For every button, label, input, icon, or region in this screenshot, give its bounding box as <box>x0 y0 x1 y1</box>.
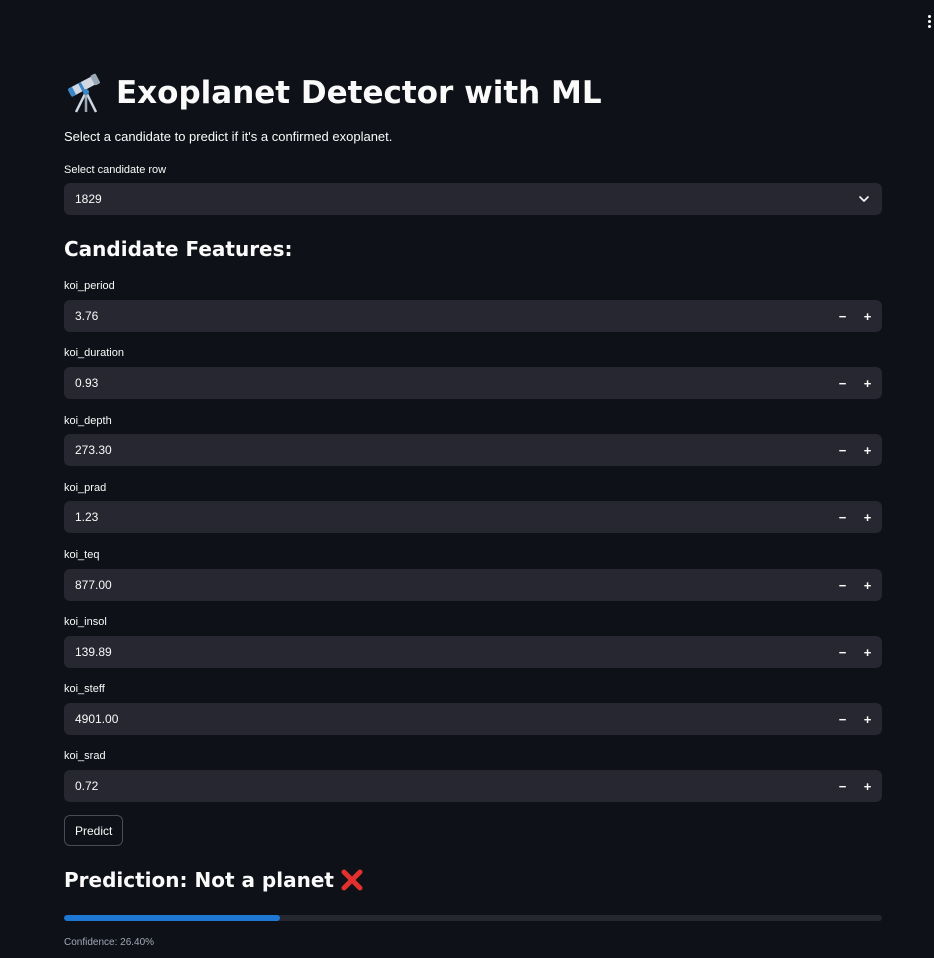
feature-input-koi-prad: 1.23 − + <box>64 501 882 533</box>
page-title-text: Exoplanet Detector with ML <box>116 75 602 111</box>
number-input-field[interactable]: 0.72 <box>75 770 830 802</box>
decrement-button[interactable]: − <box>830 367 855 399</box>
increment-button[interactable]: + <box>855 569 880 601</box>
page-subtitle: Select a candidate to predict if it's a … <box>64 129 393 144</box>
decrement-button[interactable]: − <box>830 770 855 802</box>
number-input-field[interactable]: 139.89 <box>75 636 830 668</box>
confidence-progress-bar <box>64 915 882 921</box>
features-heading: Candidate Features: <box>64 237 293 261</box>
number-input-field[interactable]: 273.30 <box>75 434 830 466</box>
increment-button[interactable]: + <box>855 636 880 668</box>
increment-button[interactable]: + <box>855 300 880 332</box>
increment-button[interactable]: + <box>855 703 880 735</box>
feature-label-koi-period: koi_period <box>64 280 115 292</box>
increment-button[interactable]: + <box>855 434 880 466</box>
decrement-button[interactable]: − <box>830 300 855 332</box>
number-input-field[interactable]: 877.00 <box>75 569 830 601</box>
feature-input-koi-duration: 0.93 − + <box>64 367 882 399</box>
prediction-text: Prediction: Not a planet <box>64 868 334 892</box>
feature-label-koi-duration: koi_duration <box>64 347 124 359</box>
candidate-select[interactable]: 1829 <box>64 183 882 215</box>
decrement-button[interactable]: − <box>830 569 855 601</box>
feature-input-koi-teq: 877.00 − + <box>64 569 882 601</box>
feature-input-koi-insol: 139.89 − + <box>64 636 882 668</box>
feature-input-koi-steff: 4901.00 − + <box>64 703 882 735</box>
telescope-icon <box>67 73 100 113</box>
predict-button[interactable]: Predict <box>64 815 124 846</box>
number-input-field[interactable]: 4901.00 <box>75 703 830 735</box>
app-root: Exoplanet Detector with ML Select a cand… <box>0 0 934 958</box>
confidence-text: Confidence: 26.40% <box>64 937 155 948</box>
candidate-select-label: Select candidate row <box>64 164 167 176</box>
feature-input-koi-period: 3.76 − + <box>64 300 882 332</box>
number-input-field[interactable]: 1.23 <box>75 501 830 533</box>
feature-label-koi-srad: koi_srad <box>64 750 106 762</box>
decrement-button[interactable]: − <box>830 636 855 668</box>
feature-label-koi-depth: koi_depth <box>64 415 112 427</box>
feature-label-koi-insol: koi_insol <box>64 616 107 628</box>
number-input-field[interactable]: 0.93 <box>75 367 830 399</box>
decrement-button[interactable]: − <box>830 434 855 466</box>
confidence-progress-fill <box>64 915 280 921</box>
feature-label-koi-teq: koi_teq <box>64 549 100 561</box>
increment-button[interactable]: + <box>855 367 880 399</box>
feature-input-koi-srad: 0.72 − + <box>64 770 882 802</box>
feature-label-koi-steff: koi_steff <box>64 683 105 695</box>
candidate-select-value: 1829 <box>75 192 102 206</box>
feature-label-koi-prad: koi_prad <box>64 482 107 494</box>
more-vertical-icon[interactable] <box>924 12 934 30</box>
feature-input-koi-depth: 273.30 − + <box>64 434 882 466</box>
increment-button[interactable]: + <box>855 770 880 802</box>
chevron-down-icon <box>859 196 869 202</box>
number-input-field[interactable]: 3.76 <box>75 300 830 332</box>
cross-mark-icon <box>341 869 363 891</box>
decrement-button[interactable]: − <box>830 501 855 533</box>
decrement-button[interactable]: − <box>830 703 855 735</box>
prediction-result: Prediction: Not a planet <box>64 868 364 892</box>
increment-button[interactable]: + <box>855 501 880 533</box>
page-title: Exoplanet Detector with ML <box>64 72 602 114</box>
